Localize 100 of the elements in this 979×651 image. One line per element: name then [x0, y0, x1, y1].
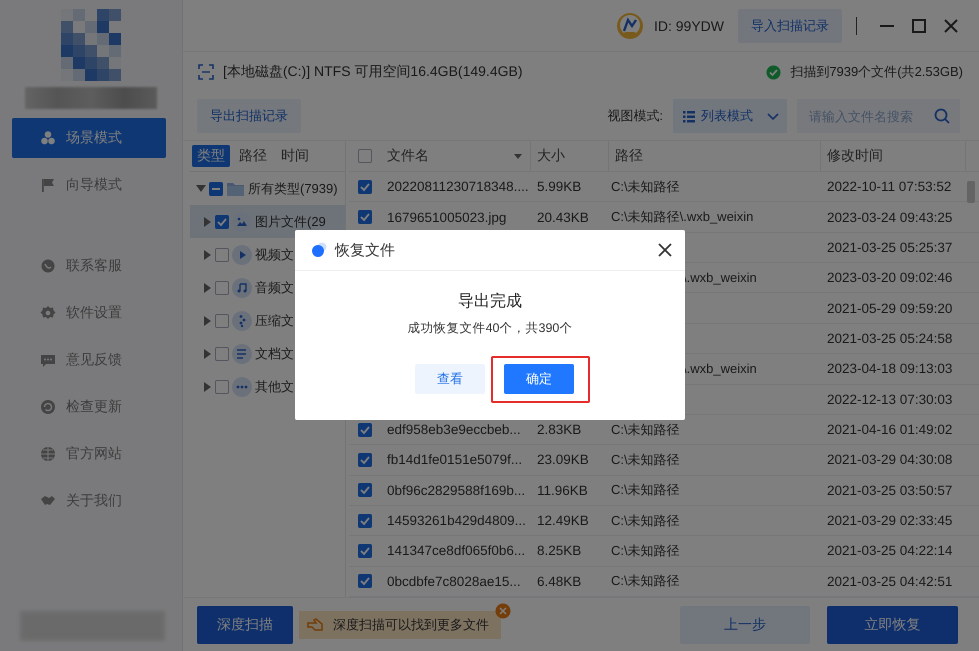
tab[interactable]: 时间 [276, 145, 314, 167]
cluster-icon [40, 130, 56, 146]
view-button[interactable]: 查看 [415, 364, 485, 394]
sidebar-item[interactable]: 官方网站 [12, 434, 166, 474]
more-dots-icon [232, 376, 252, 396]
checkbox[interactable] [215, 380, 229, 394]
phone-bubble-icon [40, 258, 56, 274]
date-cell: 2021-04-16 01:49:02 [827, 422, 952, 438]
column-header[interactable]: 大小 [531, 141, 609, 171]
date-cell: 2021-03-25 05:24:58 [827, 330, 952, 346]
sort-caret-icon [514, 154, 522, 158]
checkbox[interactable] [215, 280, 229, 294]
music-note-icon [232, 278, 252, 298]
tree-item[interactable]: 图片文件(29 [190, 205, 345, 238]
name-cell: 14593261b429d4809... [387, 513, 526, 528]
confirm-button[interactable]: 确定 [504, 364, 574, 394]
column-header[interactable]: 路径 [609, 141, 821, 171]
checkbox[interactable] [358, 574, 372, 588]
size-cell: 12.49KB [537, 513, 589, 528]
dialog-heading: 导出完成 [458, 292, 522, 312]
date-cell: 2021-03-25 05:25:37 [827, 240, 952, 255]
name-cell: 141347ce8df065f0b6... [387, 543, 526, 558]
collapse-triangle-icon [195, 183, 206, 194]
import-button[interactable]: 导入扫描记录 [738, 8, 842, 42]
sidebar-item[interactable]: 向导模式 [12, 165, 166, 205]
account-id: ID: 99YDW [654, 18, 724, 34]
close-icon[interactable] [657, 242, 673, 258]
checkbox[interactable] [358, 422, 372, 437]
search-icon [934, 108, 950, 124]
date-cell: 2021-03-29 02:33:45 [827, 513, 952, 528]
view-mode-dropdown[interactable]: 列表模式 [673, 99, 787, 133]
chat-bubble-icon [40, 352, 56, 368]
sidebar-item[interactable]: 场景模式 [12, 118, 166, 158]
path-cell: \.wxb_weixin [683, 361, 757, 376]
checkbox[interactable] [358, 149, 372, 163]
scan-frame-icon [198, 64, 214, 80]
maximize-icon[interactable] [910, 16, 928, 34]
expand-triangle-icon [201, 381, 212, 392]
list-icon [683, 110, 695, 122]
scrollbar-thumb[interactable] [967, 181, 975, 203]
tab[interactable]: 类型 [192, 145, 230, 167]
chevron-down-icon [767, 112, 779, 120]
column-header[interactable]: 文件名 [387, 147, 429, 165]
path-cell: C:\未知路径 [611, 542, 680, 558]
gear-icon [40, 305, 56, 321]
date-cell: 2021-03-29 04:30:08 [827, 452, 952, 468]
flag-icon [40, 177, 56, 193]
size-cell: 6.48KB [537, 574, 582, 589]
checkbox[interactable] [209, 182, 223, 196]
date-cell: 2023-03-24 09:43:25 [827, 210, 952, 225]
name-cell: 1679651005023.jpg [387, 210, 506, 225]
size-cell: 8.25KB [537, 543, 582, 558]
path-cell: C:\未知路径 [611, 178, 680, 194]
sidebar-item[interactable]: 软件设置 [12, 293, 166, 333]
date-cell: 2022-10-11 07:53:52 [827, 179, 952, 194]
expand-triangle-icon [201, 348, 212, 359]
pointing-hand-icon [307, 617, 325, 632]
path-cell: C:\未知路径 [611, 422, 680, 437]
checkbox[interactable] [358, 483, 372, 498]
expand-triangle-icon [201, 282, 212, 293]
size-cell: 5.99KB [537, 179, 582, 194]
name-cell: 0bf96c2829588f169b... [387, 482, 526, 498]
column-header[interactable]: 修改时间 [821, 141, 966, 171]
path-cell: C:\未知路径 [611, 573, 680, 588]
sidebar-item[interactable]: 联系客服 [12, 246, 166, 286]
sidebar-item[interactable]: 关于我们 [12, 481, 166, 521]
checkbox[interactable] [358, 452, 372, 467]
checkbox[interactable] [358, 544, 372, 558]
refresh-icon [40, 399, 56, 415]
checkbox[interactable] [215, 314, 229, 328]
size-cell: 20.43KB [537, 210, 589, 225]
checkbox[interactable] [215, 248, 229, 262]
checkbox[interactable] [215, 214, 229, 228]
name-cell: edf958eb3e9eccbeb... [387, 422, 521, 438]
sidebar-item[interactable]: 检查更新 [12, 387, 166, 427]
expand-triangle-icon [201, 249, 212, 260]
tree-item[interactable]: 所有类型(7939) [190, 172, 345, 205]
check-circle-icon [766, 64, 782, 80]
minus-icon [212, 188, 220, 190]
checkbox[interactable] [358, 180, 372, 194]
dialog-title: 恢复文件 [335, 240, 396, 260]
checkbox[interactable] [358, 514, 372, 528]
date-cell: 2022-12-13 07:30:03 [827, 392, 952, 407]
vip-badge-icon [616, 12, 644, 40]
recover-button[interactable]: 立即恢复 [827, 606, 958, 644]
checkbox[interactable] [215, 346, 229, 360]
size-cell: 11.96KB [537, 482, 588, 498]
deep-scan-button[interactable]: 深度扫描 [197, 606, 293, 644]
expand-triangle-icon [201, 216, 212, 227]
path-cell: C:\未知路径 [611, 482, 680, 498]
back-button[interactable]: 上一步 [680, 606, 810, 644]
globe-icon [40, 446, 56, 462]
size-cell: 23.09KB [537, 452, 589, 468]
checkbox[interactable] [358, 210, 372, 224]
pixelated-avatar [61, 9, 121, 81]
sidebar-item[interactable]: 意见反馈 [12, 340, 166, 380]
export-button[interactable]: 导出扫描记录 [197, 99, 301, 133]
path-cell: C:\未知路径\.wxb_weixin [611, 209, 754, 224]
size-cell: 2.83KB [537, 422, 582, 438]
tab[interactable]: 路径 [234, 145, 272, 167]
